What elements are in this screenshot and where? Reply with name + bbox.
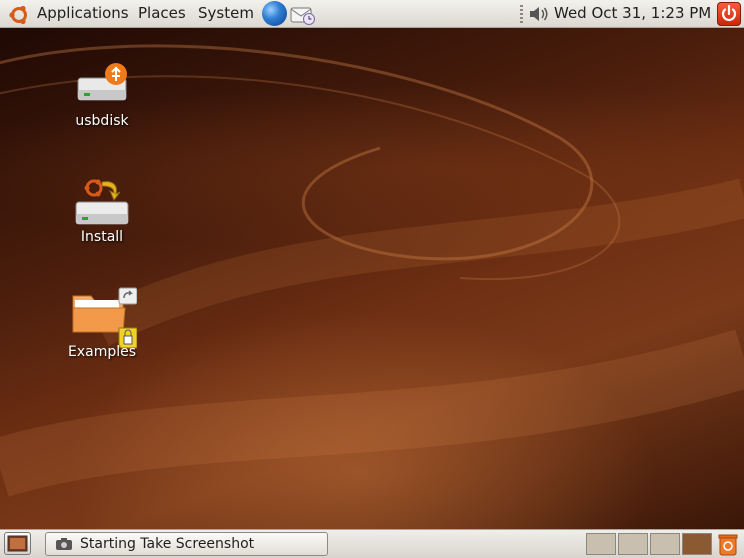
menu-system[interactable]: System <box>198 0 254 28</box>
camera-icon <box>56 538 72 550</box>
show-desktop-icon <box>7 535 28 552</box>
usb-drive-icon <box>77 63 127 101</box>
show-desktop-button[interactable] <box>4 532 31 555</box>
desktop-icon-usbdisk[interactable]: usbdisk <box>57 62 147 129</box>
mail-client-icon[interactable] <box>290 4 316 26</box>
taskbar-window-label: Starting Take Screenshot <box>80 536 255 552</box>
workspace-3[interactable] <box>650 533 680 555</box>
web-browser-icon[interactable] <box>262 1 287 26</box>
desktop-icon-label: Examples <box>67 344 137 360</box>
install-drive-icon <box>75 179 129 225</box>
power-button[interactable] <box>717 2 741 26</box>
menu-applications[interactable]: Applications <box>37 0 129 28</box>
workspace-2[interactable] <box>618 533 648 555</box>
desktop-icon-label: usbdisk <box>75 113 129 129</box>
desktop[interactable]: usbdisk Install Examples <box>0 28 744 529</box>
volume-icon[interactable] <box>528 5 550 23</box>
clock[interactable]: Wed Oct 31, 1:23 PM <box>554 0 711 28</box>
bottom-panel: Starting Take Screenshot <box>0 529 744 558</box>
workspace-1[interactable] <box>586 533 616 555</box>
desktop-icon-label: Install <box>80 229 124 245</box>
power-icon <box>721 4 737 21</box>
panel-separator <box>520 5 523 23</box>
ubuntu-logo-icon[interactable] <box>8 4 30 26</box>
top-panel: Applications Places System Wed Oct 31, 1… <box>0 0 744 28</box>
trash-icon[interactable] <box>717 532 739 556</box>
menu-places[interactable]: Places <box>138 0 186 28</box>
desktop-icon-examples[interactable]: Examples <box>57 286 147 360</box>
folder-icon <box>72 287 137 349</box>
workspace-4[interactable] <box>682 533 712 555</box>
desktop-icon-install[interactable]: Install <box>57 176 147 245</box>
taskbar-window-button[interactable]: Starting Take Screenshot <box>45 532 328 556</box>
